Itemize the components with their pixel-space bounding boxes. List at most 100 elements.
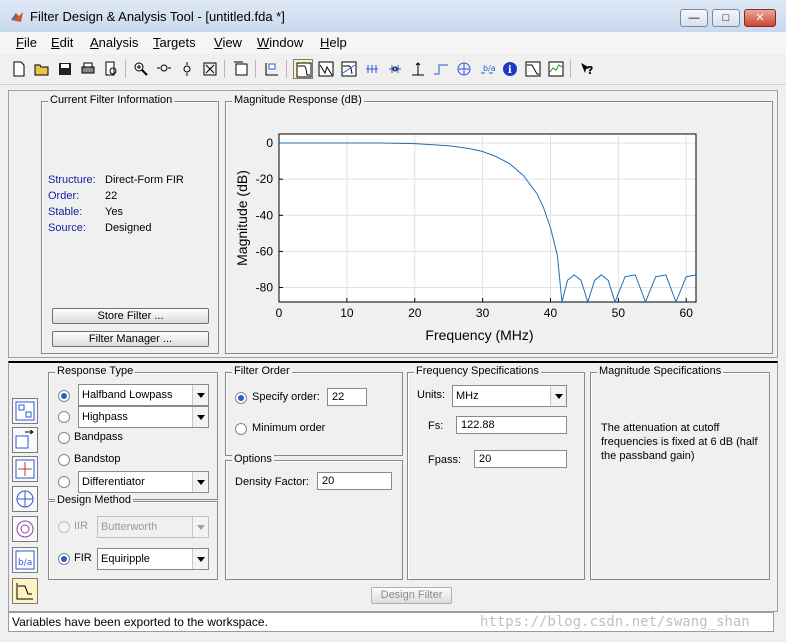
minimize-button[interactable]: — (680, 9, 708, 27)
radio-highpass[interactable] (58, 411, 70, 423)
specify-order-label: Specify order: (252, 391, 320, 403)
fpass-label: Fpass: (428, 454, 462, 466)
magnitude-specifications-panel: Magnitude Specifications The attenuation… (590, 365, 770, 580)
iir-method-select[interactable]: Butterworth (97, 516, 209, 538)
filter-coefficients-icon[interactable]: b/a (477, 59, 497, 79)
toolbar-separator (286, 60, 287, 78)
design-method-legend: Design Method (55, 494, 133, 506)
source-value: Designed (105, 222, 152, 234)
toolbar-separator (255, 60, 256, 78)
new-icon[interactable] (9, 59, 29, 79)
transform-filter-icon[interactable] (12, 456, 38, 482)
menu-edit[interactable]: Edit (51, 35, 73, 50)
bandstop-label: Bandstop (74, 453, 121, 465)
filter-order-panel: Filter Order (225, 365, 403, 456)
svg-text:?: ? (587, 64, 593, 77)
print-icon[interactable] (78, 59, 98, 79)
radio-differentiator[interactable] (58, 476, 70, 488)
menu-analysis[interactable]: Analysis (90, 35, 138, 50)
order-value: 22 (105, 190, 118, 202)
menu-window[interactable]: Window (257, 35, 303, 50)
radio-fir[interactable] (58, 553, 70, 565)
radio-minimum-order[interactable] (235, 423, 247, 435)
chevron-down-icon (192, 517, 208, 537)
print-preview-icon[interactable] (101, 59, 121, 79)
menu-file[interactable]: File (16, 35, 37, 50)
import-filter-icon[interactable] (12, 427, 38, 453)
store-filter-button[interactable]: Store Filter ... (52, 308, 209, 324)
legend-icon[interactable] (262, 59, 282, 79)
density-factor-input[interactable]: 20 (317, 472, 392, 490)
phase-response-icon[interactable] (316, 59, 336, 79)
filter-order-legend: Filter Order (232, 365, 292, 377)
magnitude-response-icon[interactable] (293, 59, 313, 79)
options-legend: Options (232, 453, 274, 465)
fpass-input[interactable]: 20 (474, 450, 567, 468)
menu-help[interactable]: Help (320, 35, 347, 50)
toolbar-separator (224, 60, 225, 78)
structure-value: Direct-Form FIR (105, 174, 184, 186)
magnitude-response-chart[interactable]: 0 10 20 30 40 50 60 0 -20 -40 -60 -80 Frequency (MHz… (226, 102, 771, 352)
radio-iir[interactable] (58, 521, 70, 533)
phase-delay-icon[interactable] (385, 59, 405, 79)
magnitude-estimate-icon[interactable] (523, 59, 543, 79)
chevron-down-icon (192, 549, 208, 569)
step-response-icon[interactable] (431, 59, 451, 79)
full-view-icon[interactable] (200, 59, 220, 79)
round-off-noise-icon[interactable] (546, 59, 566, 79)
new-figure-icon[interactable] (231, 59, 251, 79)
halfband-lowpass-select[interactable]: Halfband Lowpass (78, 384, 209, 406)
chevron-down-icon (192, 385, 208, 405)
filter-manager-button[interactable]: Filter Manager ... (52, 331, 209, 347)
group-delay-icon[interactable] (362, 59, 382, 79)
quantize-icon[interactable]: b/a (12, 547, 38, 573)
y-tick-label: -60 (256, 244, 274, 258)
svg-text:i: i (508, 65, 512, 76)
zoom-in-icon[interactable] (131, 59, 151, 79)
filter-info-icon[interactable]: i (500, 59, 520, 79)
units-select[interactable]: MHz (452, 385, 567, 407)
highpass-select[interactable]: Highpass (78, 406, 209, 428)
toolbar-separator (125, 60, 126, 78)
zoom-y-icon[interactable] (177, 59, 197, 79)
design-filter-button[interactable]: Design Filter (371, 587, 452, 604)
menu-targets[interactable]: Targets (153, 35, 196, 50)
save-icon[interactable] (55, 59, 75, 79)
open-icon[interactable] (32, 59, 52, 79)
chevron-down-icon (192, 472, 208, 492)
fs-label: Fs: (428, 420, 444, 432)
realize-model-icon[interactable] (12, 486, 38, 512)
fs-input[interactable]: 122.88 (456, 416, 567, 434)
radio-halfband-lowpass[interactable] (58, 390, 70, 402)
structure-label: Structure: (48, 174, 96, 186)
zoom-x-icon[interactable] (154, 59, 174, 79)
radio-bandstop[interactable] (58, 454, 70, 466)
pole-zero-icon[interactable] (454, 59, 474, 79)
magnitude-specifications-legend: Magnitude Specifications (597, 365, 724, 377)
order-label: Order: (48, 190, 80, 202)
matlab-logo-icon (11, 12, 23, 22)
design-filter-icon[interactable] (12, 578, 38, 604)
whats-this-icon[interactable]: ? (577, 59, 597, 79)
fir-method-select[interactable]: Equiripple (97, 548, 209, 570)
maximize-button[interactable]: □ (712, 9, 740, 27)
y-tick-label: 0 (266, 136, 273, 150)
multirate-icon[interactable] (12, 516, 38, 542)
x-tick-label: 0 (276, 306, 283, 320)
svg-text:b/a: b/a (18, 558, 32, 568)
y-tick-label: -40 (256, 208, 274, 222)
radio-bandpass[interactable] (58, 432, 70, 444)
order-input[interactable]: 22 (327, 388, 367, 406)
magnitude-phase-icon[interactable] (339, 59, 359, 79)
impulse-response-icon[interactable] (408, 59, 428, 79)
differentiator-select[interactable]: Differentiator (78, 471, 209, 493)
radio-specify-order[interactable] (235, 392, 247, 404)
menu-bar: File Edit Analysis Targets View Window H… (0, 32, 786, 54)
x-tick-label: 50 (612, 306, 626, 320)
close-button[interactable]: ✕ (744, 9, 776, 27)
minimum-order-label: Minimum order (252, 422, 326, 434)
toolbar-separator (570, 60, 571, 78)
pole-zero-editor-icon[interactable] (12, 398, 38, 424)
x-tick-label: 40 (544, 306, 558, 320)
menu-view[interactable]: View (214, 35, 242, 50)
